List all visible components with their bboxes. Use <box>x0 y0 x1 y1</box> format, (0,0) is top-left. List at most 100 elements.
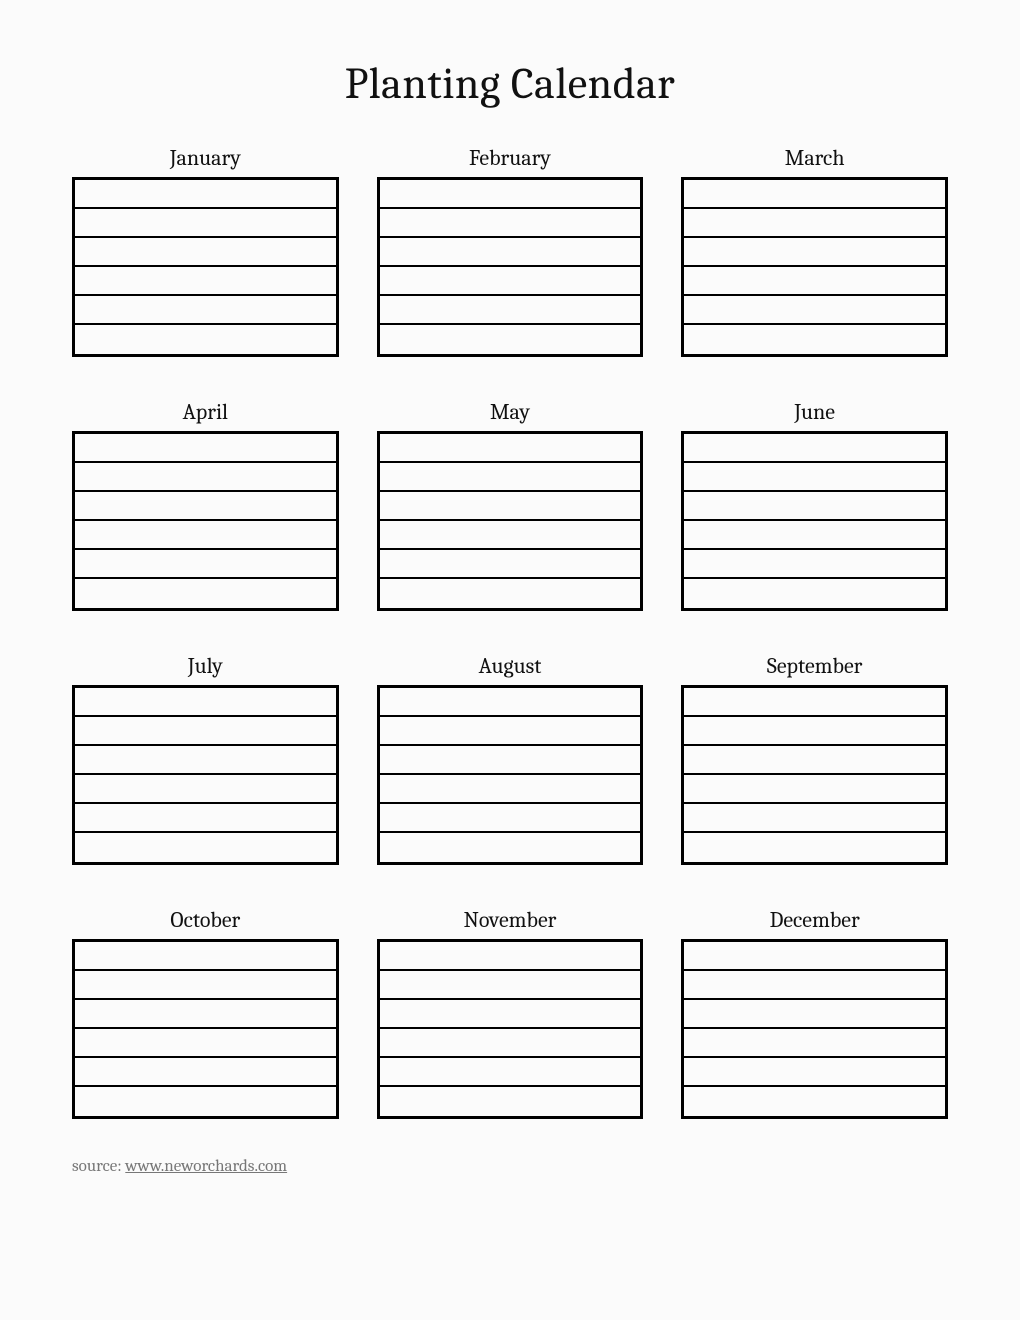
month-row <box>380 1058 641 1087</box>
month-rows <box>72 177 339 357</box>
month-row <box>380 579 641 608</box>
month-row <box>380 325 641 354</box>
month-row <box>380 209 641 238</box>
month-row <box>75 1000 336 1029</box>
month-row <box>380 180 641 209</box>
month-label: November <box>377 907 644 933</box>
month-row <box>684 688 945 717</box>
month-row <box>380 833 641 862</box>
month-label: August <box>377 653 644 679</box>
month-row <box>75 688 336 717</box>
month-row <box>380 267 641 296</box>
month-row <box>75 296 336 325</box>
month-row <box>380 238 641 267</box>
month-rows <box>72 939 339 1119</box>
month-row <box>75 238 336 267</box>
month-row <box>380 1029 641 1058</box>
source-link[interactable]: www.neworchards.com <box>125 1157 287 1176</box>
month-row <box>75 209 336 238</box>
page-title: Planting Calendar <box>72 58 948 109</box>
month-row <box>75 971 336 1000</box>
month-row <box>380 804 641 833</box>
month-rows <box>681 939 948 1119</box>
month-row <box>380 296 641 325</box>
month-row <box>684 1058 945 1087</box>
month-row <box>380 775 641 804</box>
month-cell: August <box>377 653 644 865</box>
month-cell: July <box>72 653 339 865</box>
month-label: July <box>72 653 339 679</box>
month-row <box>75 942 336 971</box>
month-label: May <box>377 399 644 425</box>
month-label: September <box>681 653 948 679</box>
month-row <box>75 267 336 296</box>
month-row <box>75 746 336 775</box>
month-row <box>684 775 945 804</box>
month-row <box>684 325 945 354</box>
month-row <box>684 942 945 971</box>
month-row <box>380 463 641 492</box>
month-cell: January <box>72 145 339 357</box>
month-label: January <box>72 145 339 171</box>
month-row <box>684 521 945 550</box>
month-row <box>684 463 945 492</box>
month-row <box>684 746 945 775</box>
month-row <box>380 1087 641 1116</box>
month-cell: June <box>681 399 948 611</box>
month-row <box>75 804 336 833</box>
month-row <box>684 1029 945 1058</box>
month-cell: October <box>72 907 339 1119</box>
month-row <box>75 463 336 492</box>
month-cell: April <box>72 399 339 611</box>
month-row <box>75 579 336 608</box>
month-row <box>75 1087 336 1116</box>
month-row <box>380 942 641 971</box>
month-row <box>75 1029 336 1058</box>
month-cell: February <box>377 145 644 357</box>
month-row <box>684 717 945 746</box>
month-row <box>684 579 945 608</box>
month-row <box>380 688 641 717</box>
month-row <box>75 180 336 209</box>
month-rows <box>377 685 644 865</box>
month-label: April <box>72 399 339 425</box>
month-row <box>684 1000 945 1029</box>
source-label: source: <box>72 1157 125 1176</box>
month-cell: September <box>681 653 948 865</box>
month-rows <box>377 939 644 1119</box>
month-row <box>380 492 641 521</box>
month-row <box>75 833 336 862</box>
month-row <box>75 434 336 463</box>
month-row <box>380 550 641 579</box>
month-rows <box>72 685 339 865</box>
month-row <box>75 1058 336 1087</box>
month-cell: December <box>681 907 948 1119</box>
month-rows <box>681 431 948 611</box>
month-row <box>380 434 641 463</box>
month-label: December <box>681 907 948 933</box>
month-row <box>684 296 945 325</box>
month-cell: May <box>377 399 644 611</box>
month-row <box>684 180 945 209</box>
month-row <box>684 209 945 238</box>
month-cell: November <box>377 907 644 1119</box>
month-row <box>380 717 641 746</box>
calendar-grid: January February March April May June July Augu… <box>72 145 948 1119</box>
month-rows <box>681 685 948 865</box>
month-row <box>684 434 945 463</box>
month-label: October <box>72 907 339 933</box>
month-label: February <box>377 145 644 171</box>
month-rows <box>377 431 644 611</box>
month-row <box>684 550 945 579</box>
month-row <box>75 492 336 521</box>
month-row <box>684 833 945 862</box>
month-row <box>75 717 336 746</box>
month-rows <box>377 177 644 357</box>
month-rows <box>72 431 339 611</box>
month-row <box>684 971 945 1000</box>
month-rows <box>681 177 948 357</box>
month-row <box>380 971 641 1000</box>
month-label: June <box>681 399 948 425</box>
month-row <box>684 267 945 296</box>
month-label: March <box>681 145 948 171</box>
